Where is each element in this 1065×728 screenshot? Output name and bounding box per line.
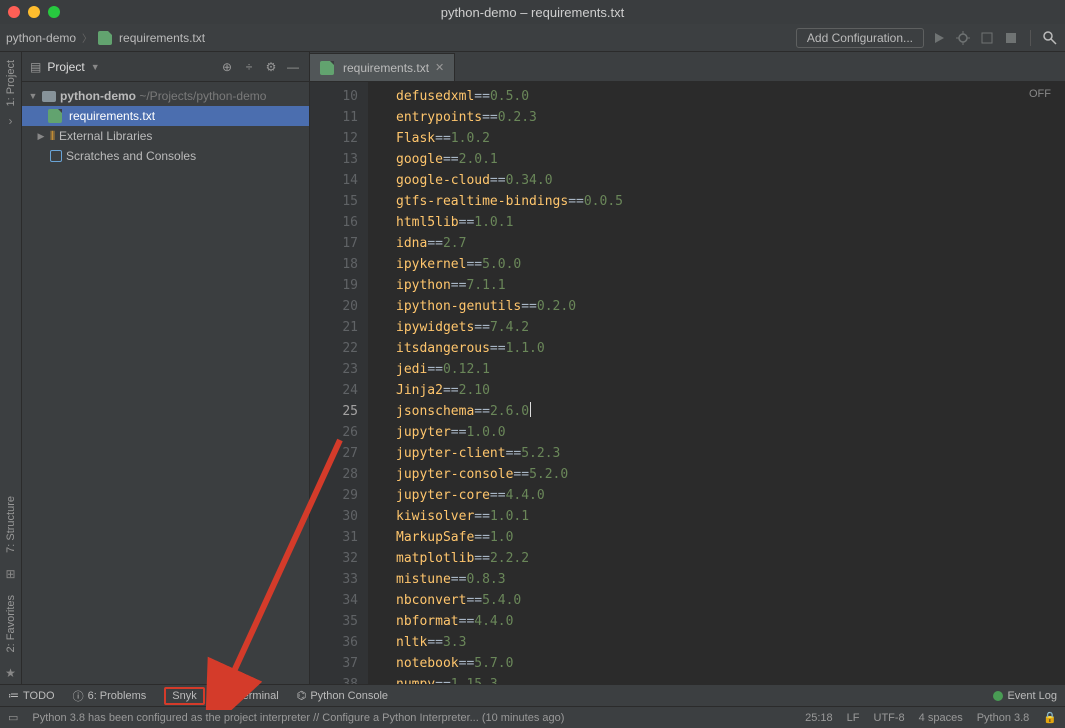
inspection-off-label[interactable]: OFF: [1029, 88, 1051, 100]
scratches-node[interactable]: Scratches and Consoles: [22, 146, 309, 166]
star-icon: ★: [5, 666, 16, 680]
project-tree[interactable]: ▼ python-demo ~/Projects/python-demo req…: [22, 82, 309, 170]
file-encoding[interactable]: UTF-8: [874, 712, 905, 724]
project-root-label: python-demo: [60, 89, 136, 103]
file-icon: [320, 61, 334, 75]
window-title: python-demo – requirements.txt: [0, 5, 1065, 20]
indent-setting[interactable]: 4 spaces: [919, 712, 963, 724]
tab-label: requirements.txt: [343, 61, 429, 75]
python-icon: ⌬: [297, 689, 307, 702]
project-sidebar: ▤ Project ▼ ⊕ ÷ ⚙ — ▼ python-demo ~/Proj…: [22, 52, 310, 684]
favorites-tool-button[interactable]: 2: Favorites: [5, 591, 17, 656]
info-icon: ⓘ: [73, 688, 84, 704]
zoom-window-button[interactable]: [48, 6, 60, 18]
window-titlebar: python-demo – requirements.txt: [0, 0, 1065, 24]
library-icon: ⫴: [50, 129, 55, 144]
tree-file-requirements[interactable]: requirements.txt: [22, 106, 309, 126]
project-tool-button[interactable]: 1: Project: [5, 56, 17, 110]
editor-area: requirements.txt ✕ OFF 10111213141516171…: [310, 52, 1065, 684]
python-console-tool-button[interactable]: ⌬Python Console: [297, 689, 388, 702]
tab-requirements[interactable]: requirements.txt ✕: [310, 53, 455, 81]
left-tool-gutter: 1: Project › 7: Structure ⊞ 2: Favorites…: [0, 52, 22, 684]
chevron-right-icon[interactable]: ▶: [36, 131, 46, 142]
notification-dot-icon: [993, 691, 1003, 701]
project-root-node[interactable]: ▼ python-demo ~/Projects/python-demo: [22, 86, 309, 106]
project-root-path: ~/Projects/python-demo: [139, 89, 266, 103]
gear-icon[interactable]: ⚙: [263, 59, 279, 75]
editor-tabs: requirements.txt ✕: [310, 52, 1065, 82]
chevron-right-icon[interactable]: ›: [5, 114, 17, 128]
file-icon: [98, 31, 112, 45]
status-bar: ▭ Python 3.8 has been configured as the …: [0, 706, 1065, 728]
terminal-tool-button[interactable]: ▣Terminal: [223, 689, 279, 702]
project-view-icon: ▤: [30, 60, 41, 74]
structure-icon: ⊞: [5, 567, 15, 581]
search-icon[interactable]: [1041, 29, 1059, 47]
terminal-icon: ▣: [223, 689, 233, 702]
folder-icon: [42, 91, 56, 102]
scratches-label: Scratches and Consoles: [66, 149, 196, 163]
expand-all-icon[interactable]: ÷: [241, 59, 257, 75]
close-window-button[interactable]: [8, 6, 20, 18]
structure-tool-button[interactable]: 7: Structure: [5, 492, 17, 557]
event-log-button[interactable]: Event Log: [993, 690, 1057, 702]
debug-icon[interactable]: [954, 29, 972, 47]
line-number-gutter: 1011121314151617181920212223242526272829…: [310, 82, 368, 684]
chevron-right-icon: [80, 30, 94, 45]
bottom-tool-bar: ≔TODO ⓘ6: Problems Snyk ▣Terminal ⌬Pytho…: [0, 684, 1065, 706]
hide-icon[interactable]: —: [285, 59, 301, 75]
coverage-icon[interactable]: [978, 29, 996, 47]
external-libraries-label: External Libraries: [59, 129, 152, 143]
breadcrumb-file[interactable]: requirements.txt: [119, 31, 205, 45]
select-opened-file-icon[interactable]: ⊕: [219, 59, 235, 75]
tree-file-label: requirements.txt: [69, 109, 155, 123]
status-message[interactable]: Python 3.8 has been configured as the pr…: [32, 712, 564, 724]
stop-icon[interactable]: [1002, 29, 1020, 47]
list-icon: ≔: [8, 689, 19, 702]
code-editor[interactable]: OFF 101112131415161718192021222324252627…: [310, 82, 1065, 684]
file-icon: [48, 109, 62, 123]
navigation-bar: python-demo requirements.txt Add Configu…: [0, 24, 1065, 52]
chevron-down-icon[interactable]: ▼: [28, 91, 38, 101]
external-libraries-node[interactable]: ▶ ⫴ External Libraries: [22, 126, 309, 146]
chevron-down-icon[interactable]: ▼: [91, 62, 100, 72]
breadcrumb[interactable]: python-demo requirements.txt: [6, 30, 796, 45]
run-icon[interactable]: [930, 29, 948, 47]
project-header: ▤ Project ▼ ⊕ ÷ ⚙ —: [22, 52, 309, 82]
problems-tool-button[interactable]: ⓘ6: Problems: [73, 688, 147, 704]
cursor-position[interactable]: 25:18: [805, 712, 833, 724]
lock-icon[interactable]: 🔒: [1043, 711, 1057, 724]
minimize-window-button[interactable]: [28, 6, 40, 18]
add-configuration-button[interactable]: Add Configuration...: [796, 28, 924, 48]
line-separator[interactable]: LF: [847, 712, 860, 724]
tool-windows-icon[interactable]: ▭: [8, 711, 18, 724]
code-content[interactable]: defusedxml==0.5.0entrypoints==0.2.3Flask…: [368, 82, 1065, 684]
close-tab-icon[interactable]: ✕: [435, 61, 444, 74]
scratch-icon: [50, 150, 62, 162]
snyk-tool-button[interactable]: Snyk: [164, 687, 204, 705]
separator: [1030, 30, 1031, 46]
project-header-label[interactable]: Project: [47, 60, 84, 74]
python-interpreter[interactable]: Python 3.8: [977, 712, 1030, 724]
todo-tool-button[interactable]: ≔TODO: [8, 689, 55, 702]
breadcrumb-project[interactable]: python-demo: [6, 31, 76, 45]
